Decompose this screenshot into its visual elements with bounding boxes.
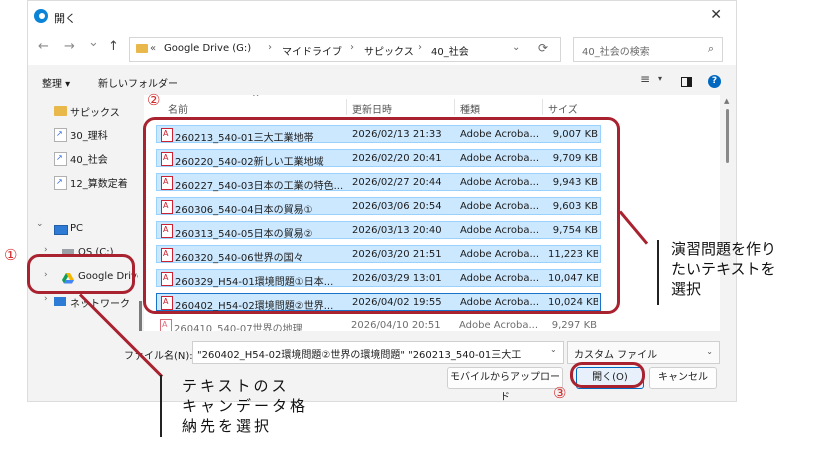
title-bar: 開く ✕ — [28, 1, 736, 33]
sort-ascending-icon: ^ — [252, 95, 260, 103]
callout-line-text: 選択 — [671, 280, 702, 298]
highlight-file-selection — [143, 117, 620, 314]
step-number-1: ① — [4, 246, 18, 264]
pc-icon — [54, 225, 68, 235]
filename-value: "260402_H54-02環境問題②世界の環境問題" "260213_540-… — [197, 350, 522, 361]
preview-pane-icon[interactable] — [681, 77, 692, 87]
sidebar-item-label: 30_理科 — [70, 131, 108, 142]
file-size: 9,297 KB — [551, 320, 597, 331]
column-divider[interactable] — [454, 99, 455, 115]
sidebar-item-label: 40_社会 — [70, 155, 108, 166]
chevron-down-icon: ⌄ — [706, 347, 713, 356]
file-row[interactable]: 260410_540-07世界の地理 2026/04/10 20:51 Adob… — [156, 317, 601, 331]
sidebar-item-label: ネットワーク — [70, 299, 130, 310]
recent-locations-icon[interactable]: ⌄ — [88, 35, 99, 50]
sidebar-item-label: サピックス — [70, 108, 120, 119]
callout-bracket — [160, 375, 162, 437]
highlight-open-button — [570, 362, 645, 388]
dialog-title: 開く — [54, 12, 76, 25]
address-bar[interactable]: « Google Drive (G:) › マイドライブ › サピックス › 4… — [129, 37, 561, 62]
sidebar-item-label: PC — [70, 223, 84, 234]
breadcrumb-separator[interactable]: › — [268, 42, 272, 53]
forward-icon[interactable]: → — [64, 39, 75, 54]
step-number-3: ③ — [553, 384, 567, 402]
chevron-down-icon[interactable]: ⌄ — [36, 219, 44, 229]
file-name: 260410_540-07世界の地理 — [174, 324, 303, 331]
callout-select-destination: テキストのス キャンデータ格 納先を選択 — [182, 376, 342, 436]
column-divider[interactable] — [346, 99, 347, 115]
organize-button[interactable]: 整理 ▾ — [42, 75, 70, 90]
search-icon[interactable]: ⌕ — [708, 42, 714, 56]
callout-bracket — [657, 240, 659, 305]
search-box[interactable]: 40_社会の検索 ⌕ — [573, 37, 723, 62]
shortcut-icon — [54, 152, 67, 166]
help-icon[interactable]: ? — [708, 75, 721, 88]
network-icon — [54, 297, 66, 306]
step-number-2: ② — [147, 91, 161, 109]
chevron-right-icon[interactable]: › — [44, 294, 48, 304]
folder-icon — [136, 44, 148, 53]
up-folder-icon[interactable]: ↑ — [108, 39, 119, 54]
view-options-icon[interactable]: ≡ — [640, 72, 650, 86]
breadcrumb-mydrive[interactable]: マイドライブ — [282, 43, 342, 58]
address-dropdown-icon[interactable]: ⌄ — [512, 42, 520, 53]
scroll-up-icon[interactable]: ▲ — [724, 97, 729, 105]
sidebar-item-label: 12_算数定着 — [70, 179, 128, 190]
address-overflow[interactable]: « — [150, 43, 156, 54]
filetype-select[interactable]: カスタム ファイル ⌄ — [567, 341, 720, 364]
close-icon[interactable]: ✕ — [710, 7, 722, 23]
column-header-type[interactable]: 種類 — [460, 101, 480, 116]
back-icon[interactable]: ← — [38, 39, 49, 54]
filetype-value: カスタム ファイル — [574, 350, 658, 361]
column-header-size[interactable]: サイズ — [548, 101, 578, 116]
breadcrumb-sapix[interactable]: サピックス — [364, 43, 414, 58]
column-header-name[interactable]: 名前 — [168, 101, 188, 116]
scroll-thumb[interactable] — [726, 109, 729, 163]
callout-line-text: テキストのス — [182, 377, 290, 395]
pdf-file-icon — [160, 319, 172, 331]
column-divider[interactable] — [542, 99, 543, 115]
breadcrumb-separator[interactable]: › — [350, 42, 354, 53]
command-bar: 整理 ▾ 新しいフォルダー ≡ ▾ ? — [28, 65, 736, 95]
callout-line-text: たいテキストを — [671, 260, 776, 278]
column-header-date[interactable]: 更新日時 — [352, 101, 392, 116]
navigation-bar: ← → ⌄ ↑ « Google Drive (G:) › マイドライブ › サ… — [28, 33, 736, 65]
filename-input[interactable]: "260402_H54-02環境問題②世界の環境問題" "260213_540-… — [192, 341, 564, 364]
callout-select-text: 演習問題を作り たいテキストを 選択 — [671, 239, 826, 299]
filename-dropdown-icon[interactable]: ⌄ — [550, 345, 557, 354]
breadcrumb-shakai[interactable]: 40_社会 — [431, 43, 469, 58]
refresh-icon[interactable]: ⟳ — [538, 41, 548, 55]
shortcut-icon — [54, 176, 67, 190]
file-type: Adobe Acroba... — [459, 320, 538, 331]
pane-splitter[interactable] — [139, 301, 142, 331]
highlight-google-drive — [27, 254, 135, 294]
search-placeholder: 40_社会の検索 — [582, 47, 650, 58]
folder-icon — [54, 106, 67, 116]
view-dropdown-icon[interactable]: ▾ — [658, 74, 662, 83]
callout-line-text: 納先を選択 — [182, 417, 273, 435]
upload-from-mobile-button[interactable]: モバイルからアップロード — [447, 367, 563, 403]
app-icon — [34, 9, 48, 23]
callout-line-text: 演習問題を作り — [671, 240, 777, 258]
breadcrumb-separator[interactable]: › — [418, 42, 422, 53]
new-folder-button[interactable]: 新しいフォルダー — [98, 75, 178, 90]
breadcrumb-drive[interactable]: Google Drive (G:) — [164, 43, 251, 54]
cancel-button[interactable]: キャンセル — [649, 367, 717, 389]
file-date: 2026/04/10 20:51 — [351, 320, 441, 331]
callout-line-text: キャンデータ格 — [182, 397, 309, 415]
shortcut-icon — [54, 128, 67, 142]
